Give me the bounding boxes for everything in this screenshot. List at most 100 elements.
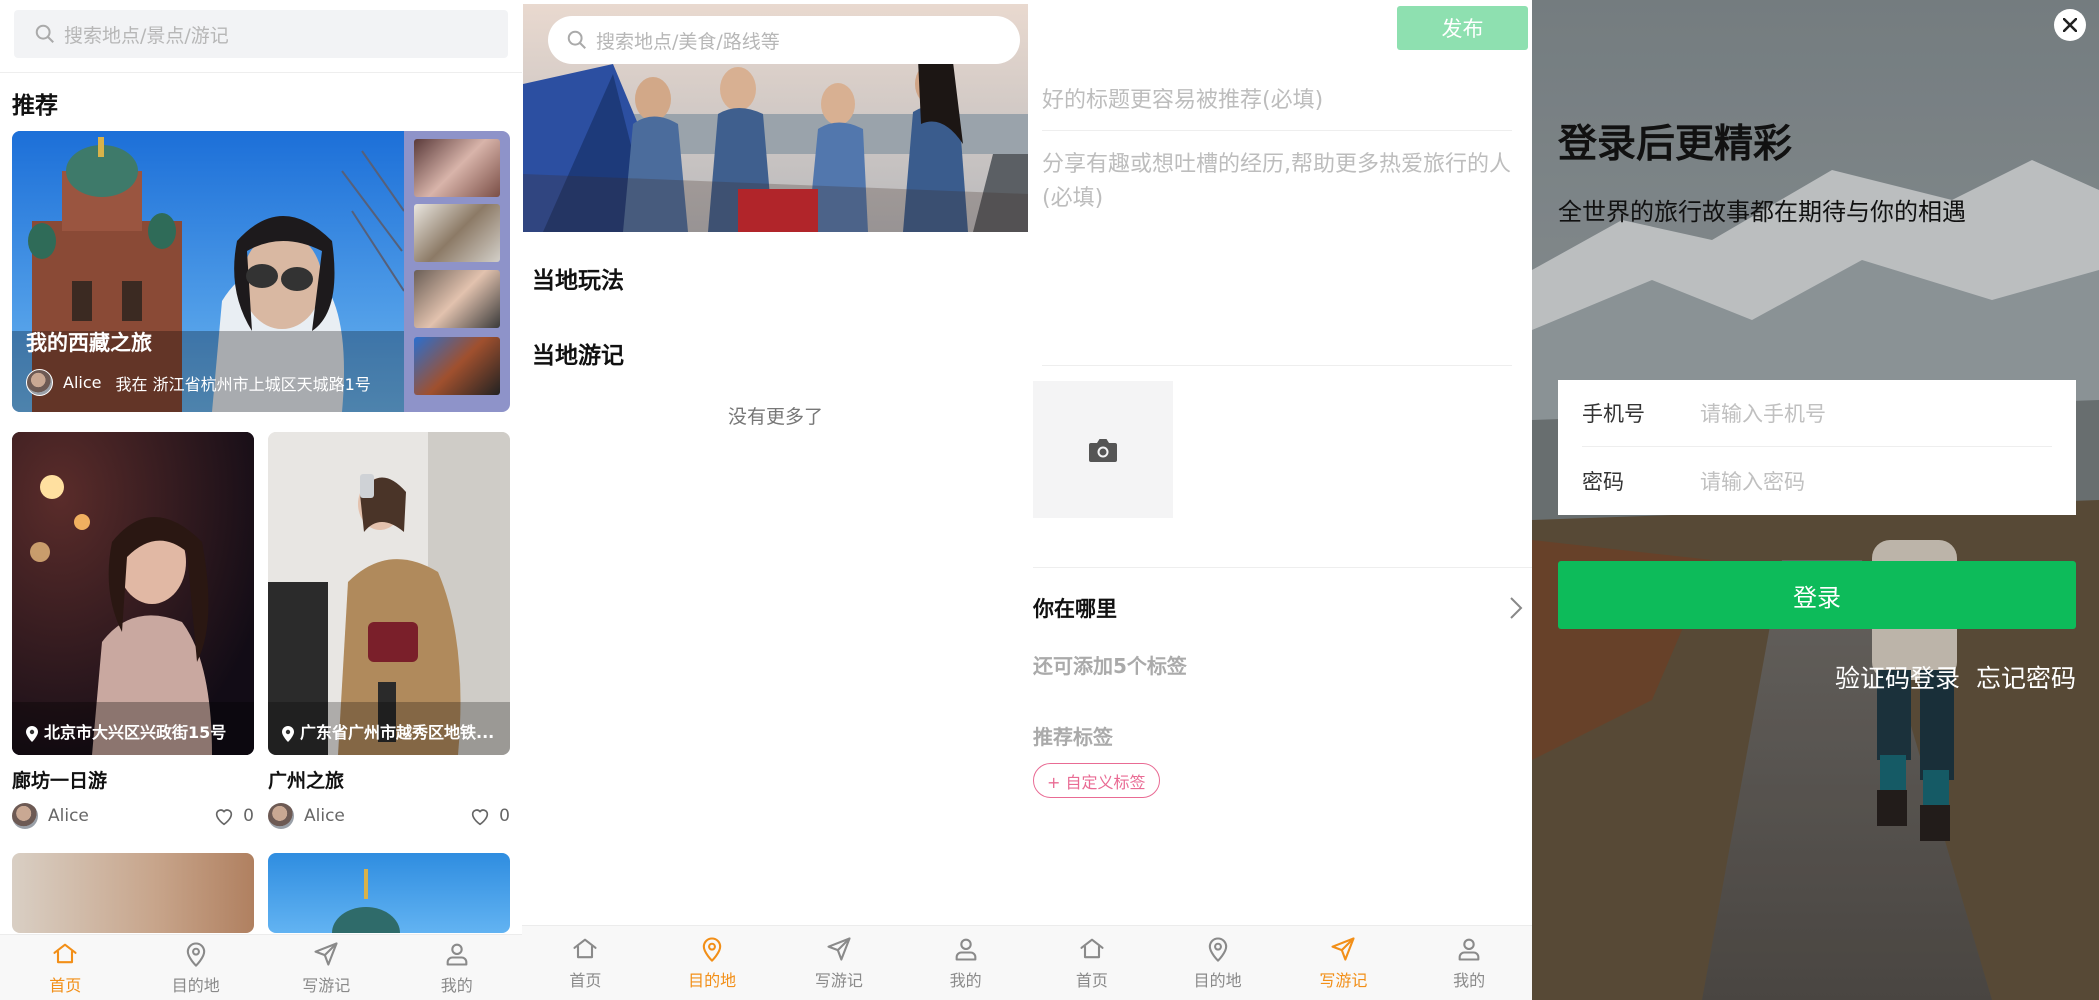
publish-button[interactable]: 发布 — [1397, 6, 1528, 50]
password-label: 密码 — [1582, 469, 1624, 494]
section-title-notes: 当地游记 — [532, 343, 624, 369]
location-pin-icon — [282, 725, 294, 742]
hero-location: 我在 浙江省杭州市上城区天城路1号 — [115, 374, 371, 394]
tab-bar: 首页 目的地 写游记 我的 — [0, 934, 522, 1000]
password-input[interactable]: 请输入密码 — [1700, 466, 1805, 496]
search-bar[interactable]: 搜索地点/景点/游记 — [14, 10, 508, 58]
like-button[interactable]: 0 — [469, 805, 510, 827]
home-icon — [1080, 938, 1104, 959]
card-location: 北京市大兴区兴政街15号 — [26, 719, 226, 743]
card-footer: Alice 0 — [12, 803, 254, 829]
home-icon — [573, 938, 597, 959]
thumbnail[interactable] — [414, 139, 500, 197]
card-author[interactable]: Alice — [304, 806, 345, 826]
chevron-right-icon — [1510, 597, 1523, 619]
thumbnail[interactable] — [414, 270, 500, 328]
search-icon — [35, 24, 54, 43]
login-button[interactable]: 登录 — [1558, 561, 2076, 629]
login-title: 登录后更精彩 — [1558, 122, 1793, 167]
tab-home[interactable]: 首页 — [0, 935, 131, 1000]
send-icon — [314, 941, 338, 966]
card-author[interactable]: Alice — [48, 806, 89, 826]
close-icon — [2063, 18, 2077, 32]
note-card-image[interactable]: 北京市大兴区兴政街15号 — [12, 432, 254, 755]
note-card-image[interactable]: 广东省广州市越秀区地铁... — [268, 432, 510, 755]
user-icon — [1458, 938, 1480, 961]
location-pin-icon — [26, 725, 38, 742]
tab-write[interactable]: 写游记 — [1281, 926, 1407, 1000]
phone-row: 手机号 请输入手机号 — [1582, 380, 2052, 447]
card-photo — [332, 869, 400, 933]
heart-icon — [216, 809, 233, 826]
location-pin-icon — [186, 942, 205, 967]
close-button[interactable] — [2054, 9, 2086, 41]
login-form: 手机号 请输入手机号 密码 请输入密码 — [1558, 380, 2076, 515]
divider — [0, 72, 522, 73]
tab-mine[interactable]: 我的 — [1406, 926, 1532, 1000]
tab-home[interactable]: 首页 — [1029, 926, 1155, 1000]
no-more-text: 没有更多了 — [727, 406, 823, 428]
card-title[interactable]: 广州之旅 — [268, 766, 344, 793]
camera-icon — [1089, 438, 1117, 462]
card-photo — [12, 432, 254, 755]
search-bar[interactable]: 搜索地点/美食/路线等 — [548, 16, 1020, 64]
tab-home[interactable]: 首页 — [522, 926, 649, 1000]
divider — [1042, 365, 1512, 366]
destination-screen: 搜索地点/美食/路线等 当地玩法 当地游记 没有更多了 首页 目的地 写游记 我… — [522, 0, 1029, 1000]
custom-tag-button[interactable]: + 自定义标签 — [1033, 763, 1160, 798]
hero-author[interactable]: Alice — [63, 373, 101, 392]
tab-write[interactable]: 写游记 — [261, 935, 392, 1000]
tag-hint: 还可添加5个标签 — [1033, 654, 1187, 678]
avatar[interactable] — [12, 803, 38, 829]
location-row[interactable]: 你在哪里 — [1033, 590, 1523, 626]
hero-banner[interactable]: 我的西藏之旅 Alice 我在 浙江省杭州市上城区天城路1号 — [12, 131, 510, 412]
search-icon — [567, 30, 586, 49]
search-placeholder: 搜索地点/美食/路线等 — [596, 30, 780, 53]
note-card-image[interactable] — [12, 853, 254, 933]
tab-bar: 首页 目的地 写游记 我的 — [1029, 925, 1532, 1000]
send-icon — [827, 937, 851, 961]
phone-label: 手机号 — [1582, 402, 1645, 426]
tab-mine[interactable]: 我的 — [392, 935, 523, 1000]
tab-bar: 首页 目的地 写游记 我的 — [522, 925, 1029, 1000]
divider — [1042, 130, 1512, 131]
tab-destination[interactable]: 目的地 — [649, 926, 776, 1000]
search-placeholder: 搜索地点/景点/游记 — [64, 24, 229, 47]
section-title: 推荐 — [12, 93, 58, 119]
send-icon — [1331, 937, 1355, 961]
login-subtitle: 全世界的旅行故事都在期待与你的相遇 — [1558, 198, 1966, 226]
add-photo-button[interactable] — [1033, 381, 1173, 518]
thumbnail[interactable] — [414, 204, 500, 262]
divider — [1033, 567, 1532, 568]
heart-icon — [472, 809, 489, 826]
card-footer: Alice 0 — [268, 803, 510, 829]
content-textarea[interactable]: 分享有趣或想吐槽的经历,帮助更多热爱旅行的人(必填) — [1042, 148, 1512, 216]
tab-mine[interactable]: 我的 — [902, 926, 1029, 1000]
user-icon — [446, 943, 468, 966]
where-label: 你在哪里 — [1033, 597, 1117, 621]
tab-destination[interactable]: 目的地 — [131, 935, 262, 1000]
tab-destination[interactable]: 目的地 — [1155, 926, 1281, 1000]
like-count: 0 — [243, 806, 254, 826]
forgot-password-link[interactable]: 忘记密码 — [1976, 659, 2076, 695]
phone-input[interactable]: 请输入手机号 — [1700, 398, 1826, 428]
section-title-play: 当地玩法 — [532, 268, 624, 294]
login-links: 验证码登录 忘记密码 — [1835, 659, 2076, 695]
thumbnail[interactable] — [414, 337, 500, 395]
sms-login-link[interactable]: 验证码登录 — [1835, 659, 1960, 695]
hero-title: 我的西藏之旅 — [26, 331, 152, 355]
card-location: 广东省广州市越秀区地铁... — [282, 719, 494, 743]
recommend-tags-label: 推荐标签 — [1033, 725, 1113, 749]
password-row: 密码 请输入密码 — [1582, 447, 2052, 514]
like-button[interactable]: 0 — [213, 805, 254, 827]
location-pin-icon — [1208, 937, 1227, 962]
title-input[interactable]: 好的标题更容易被推荐(必填) — [1042, 82, 1323, 114]
home-icon — [53, 943, 77, 963]
avatar[interactable] — [26, 369, 53, 396]
location-pin-icon — [702, 937, 722, 962]
card-title[interactable]: 廊坊一日游 — [12, 766, 107, 793]
note-card-image[interactable] — [268, 853, 510, 933]
avatar[interactable] — [268, 803, 294, 829]
write-screen: 发布 好的标题更容易被推荐(必填) 分享有趣或想吐槽的经历,帮助更多热爱旅行的人… — [1029, 0, 1532, 1000]
tab-write[interactable]: 写游记 — [776, 926, 903, 1000]
